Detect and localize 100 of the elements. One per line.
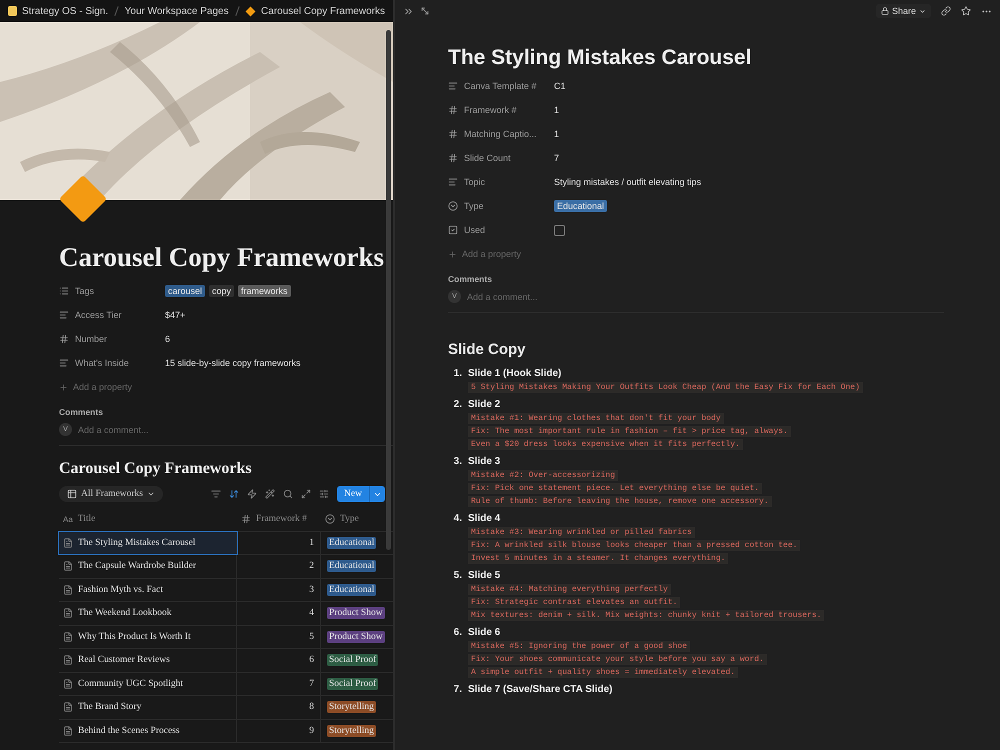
table-cell: 2 <box>237 555 321 578</box>
slide-title: Slide 2 <box>468 399 500 410</box>
table-row-title[interactable]: Community UGC Spotlight <box>59 672 237 695</box>
tag: frameworks <box>238 285 291 297</box>
list-number: 4. <box>452 513 462 526</box>
property-value: C1 <box>554 81 566 91</box>
list-number: 5. <box>452 570 462 583</box>
type-tag: Product Show <box>327 607 385 620</box>
table-row-title[interactable]: Fashion Myth vs. Fact <box>59 578 237 601</box>
scrollbar[interactable] <box>386 30 391 550</box>
sparkle-icon[interactable] <box>265 489 276 499</box>
checkbox[interactable] <box>554 224 565 236</box>
page-icon <box>63 632 73 642</box>
page-icon <box>63 538 73 548</box>
property-label: Slide Count <box>464 153 511 163</box>
hash-icon <box>448 129 458 139</box>
table-row-title[interactable]: The Styling Mistakes Carousel <box>59 532 237 554</box>
table-row-title[interactable]: Why This Product Is Worth It <box>59 626 237 648</box>
page-icon <box>63 702 73 712</box>
table-row-title[interactable]: The Capsule Wardrobe Builder <box>59 555 237 578</box>
property-label: Access Tier <box>75 310 122 320</box>
type-tag: Storytelling <box>327 724 376 737</box>
hash-icon <box>448 105 458 115</box>
hash-icon <box>448 153 458 163</box>
checkbox-icon <box>448 225 458 235</box>
filter-icon[interactable] <box>211 489 222 499</box>
plus-icon <box>448 250 457 258</box>
text-icon <box>448 177 458 187</box>
text-icon <box>59 358 69 368</box>
comments-heading: Comments <box>448 274 493 284</box>
table-cell: 5 <box>237 626 321 648</box>
slide-title: Slide 4 <box>468 513 500 524</box>
breadcrumb-link[interactable]: Your Workspace Pages <box>124 6 229 16</box>
caret-icon <box>147 490 156 498</box>
property-label: Matching Captio... <box>464 129 537 139</box>
property-label: Tags <box>75 286 94 296</box>
tag: copy <box>209 285 234 297</box>
title-column-glyph: Aa <box>63 514 73 524</box>
property-value: Styling mistakes / outfit elevating tips <box>554 177 702 187</box>
list-number: 3. <box>452 456 462 469</box>
property-value: 1 <box>554 129 560 139</box>
property-label: Used <box>464 225 486 235</box>
comments-heading: Comments <box>59 407 104 417</box>
list-number: 6. <box>452 627 462 640</box>
property-label: What's Inside <box>75 358 129 368</box>
property-label: Topic <box>464 177 486 187</box>
share-button[interactable]: Share <box>876 4 931 18</box>
table-cell: 1 <box>237 532 321 554</box>
type-tag: Educational <box>327 536 376 549</box>
list-number: 2. <box>452 399 462 412</box>
type-tag: Product Show <box>327 630 385 643</box>
table-row-title[interactable]: Real Customer Reviews <box>59 649 237 672</box>
star-icon[interactable] <box>961 6 971 16</box>
table-row-title[interactable]: The Weekend Lookbook <box>59 602 237 624</box>
table-cell: 6 <box>237 649 321 672</box>
property-value: $47+ <box>165 310 186 320</box>
property-label: Framework # <box>464 105 517 115</box>
column-header[interactable]: Title <box>78 514 96 524</box>
type-tag: Educational <box>554 200 608 212</box>
property-value: 1 <box>554 105 560 115</box>
list-number: 7. <box>452 684 462 697</box>
chevrons-icon[interactable] <box>403 6 414 16</box>
property-value: 6 <box>165 334 170 344</box>
table-row-title[interactable]: Behind the Scenes Process <box>59 720 237 742</box>
page-icon <box>63 726 73 736</box>
table-cell: 8 <box>237 696 321 718</box>
text-icon <box>59 310 69 320</box>
column-header[interactable]: Framework # <box>256 514 307 524</box>
sort-icon[interactable] <box>229 489 240 499</box>
table-cell: 3 <box>237 578 321 601</box>
column-header[interactable]: Type <box>340 514 359 524</box>
select-icon <box>448 201 458 211</box>
settings-icon[interactable] <box>319 489 330 499</box>
property-value: 7 <box>554 153 560 163</box>
caret-icon <box>919 8 926 14</box>
type-tag: Educational <box>327 584 376 596</box>
select-icon <box>325 514 335 524</box>
search-icon[interactable] <box>283 489 294 499</box>
breadcrumb-link[interactable]: Strategy OS - Sign. <box>22 6 108 16</box>
property-label: Canva Template # <box>464 81 536 91</box>
type-tag: Educational <box>327 560 376 572</box>
page-icon <box>63 678 73 689</box>
page-icon <box>63 608 73 618</box>
expand-icon[interactable] <box>301 489 312 499</box>
slide-title: Slide 1 (Hook Slide) <box>468 368 562 379</box>
table-cell: 7 <box>237 672 321 695</box>
type-tag: Social Proof <box>327 654 378 666</box>
plus-icon <box>59 382 68 392</box>
expand-icon[interactable] <box>420 6 430 16</box>
page-icon <box>63 584 73 595</box>
type-tag: Social Proof <box>327 678 378 690</box>
database-title: Carousel Copy Frameworks <box>59 460 253 478</box>
hash-icon <box>59 334 69 344</box>
breadcrumb-link[interactable]: Carousel Copy Frameworks <box>261 6 385 16</box>
hash-icon <box>241 514 251 524</box>
table-row-title[interactable]: The Brand Story <box>59 696 237 718</box>
lightning-icon[interactable] <box>247 489 258 499</box>
link-icon[interactable] <box>941 6 951 16</box>
type-tag: Storytelling <box>327 701 376 714</box>
view-tab[interactable]: All Frameworks <box>59 486 164 502</box>
